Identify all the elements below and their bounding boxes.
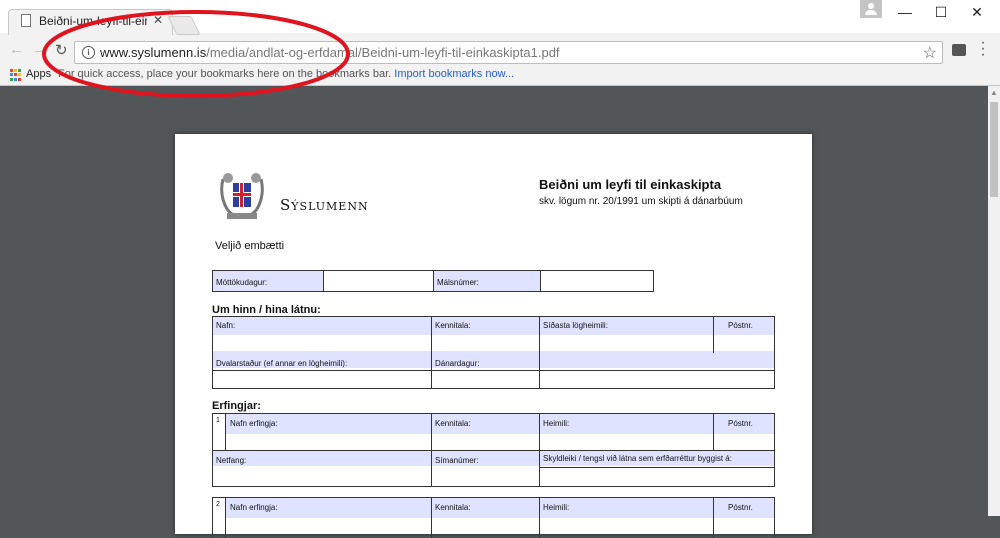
bookmarks-hint: For quick access, place your bookmarks h… [58, 68, 515, 80]
tab-close-icon[interactable]: ✕ [153, 13, 163, 27]
heir-2-kennitala-label: Kennitala: [435, 503, 471, 512]
info-icon[interactable]: i [82, 46, 95, 59]
tab-title: Beiðni-um-leyfi-til-einkas [39, 14, 147, 28]
document-subtitle: skv. lögum nr. 20/1991 um skipti á dánar… [539, 196, 743, 207]
deceased-table: Nafn: Kennitala: Síðasta lögheimili: Pós… [212, 316, 775, 389]
browser-chrome: Beiðni-um-leyfi-til-einkas ✕ — ☐ ✕ ← → ↻… [0, 0, 1000, 86]
heir-1-home-label: Heimili: [543, 419, 570, 428]
heir-1-number: 1 [216, 417, 220, 424]
reload-icon[interactable]: ↻ [55, 41, 68, 59]
heir-1-name-label: Nafn erfingja: [230, 419, 278, 428]
heir-2-table: 2 Nafn erfingja: Kennitala: Heimili: Pós… [212, 497, 775, 538]
deceased-heading: Um hinn / hina látnu: [212, 304, 321, 316]
heir-1-table: 1 Nafn erfingja: Kennitala: Heimili: Pós… [212, 413, 775, 487]
heir-1-kennitala-label: Kennitala: [435, 419, 471, 428]
heir-1-relation-label: Skyldleiki / tengsl við látna sem erfðar… [543, 454, 732, 463]
case-number-input[interactable] [540, 272, 652, 290]
deceased-kennitala-label: Kennitala: [435, 321, 471, 330]
deceased-name-label: Nafn: [216, 321, 236, 330]
document-icon [21, 14, 31, 27]
import-bookmarks-link[interactable]: Import bookmarks now... [394, 68, 514, 80]
deceased-postal-label: Póstnr. [728, 321, 753, 330]
bookmark-star-icon[interactable]: ☆ [923, 43, 937, 63]
bookmarks-bar: Apps For quick access, place your bookma… [0, 66, 1000, 84]
heir-1-phone-label: Símanúmer: [435, 456, 479, 465]
heir-2-postal-label: Póstnr. [728, 503, 753, 512]
menu-icon[interactable]: · · · [978, 35, 988, 63]
back-icon[interactable]: ← [9, 41, 24, 58]
received-date-label: Móttökudagur: [216, 278, 268, 287]
select-office-field[interactable]: Veljið embætti [215, 240, 284, 252]
case-number-label: Málsnúmer: [437, 278, 479, 287]
tab-pdf[interactable]: Beiðni-um-leyfi-til-einkas ✕ [8, 9, 173, 35]
heirs-heading: Erfingjar: [212, 400, 261, 412]
document-title: Beiðni um leyfi til einkaskipta [539, 177, 722, 192]
apps-label[interactable]: Apps [26, 68, 51, 80]
tab-strip: Beiðni-um-leyfi-til-einkas ✕ — ☐ ✕ [0, 0, 1000, 35]
scrollbar-thumb[interactable] [990, 102, 998, 197]
heir-2-name-label: Nafn erfingja: [230, 503, 278, 512]
url-text[interactable]: www.syslumenn.is/media/andlat-og-erfdama… [100, 45, 560, 60]
apps-icon[interactable] [10, 69, 22, 81]
close-window-icon[interactable]: ✕ [959, 0, 995, 26]
minimize-icon[interactable]: — [887, 0, 923, 26]
organization-name: Sýslumenn [280, 196, 369, 214]
profile-icon[interactable] [860, 0, 882, 18]
coat-of-arms-icon [220, 173, 264, 219]
maximize-icon[interactable]: ☐ [923, 0, 959, 26]
deceased-death-date-label: Dánardagur: [435, 359, 480, 368]
deceased-residence-label: Dvalarstaður (ef annar en lögheimili): [216, 359, 348, 368]
forward-icon[interactable]: → [32, 41, 47, 58]
pdf-page: Sýslumenn Beiðni um leyfi til einkaskipt… [175, 134, 812, 538]
heir-2-number: 2 [216, 501, 220, 508]
heir-1-email-label: Netfang: [216, 456, 247, 465]
scrollbar[interactable]: ▲ [988, 86, 1000, 516]
address-bar[interactable]: i www.syslumenn.is/media/andlat-og-erfda… [74, 41, 943, 64]
extension-icon[interactable] [952, 44, 966, 56]
heir-1-postal-label: Póstnr. [728, 419, 753, 428]
received-date-input[interactable] [323, 272, 430, 290]
heir-2-home-label: Heimili: [543, 503, 570, 512]
deceased-domicile-label: Síðasta lögheimili: [543, 321, 608, 330]
